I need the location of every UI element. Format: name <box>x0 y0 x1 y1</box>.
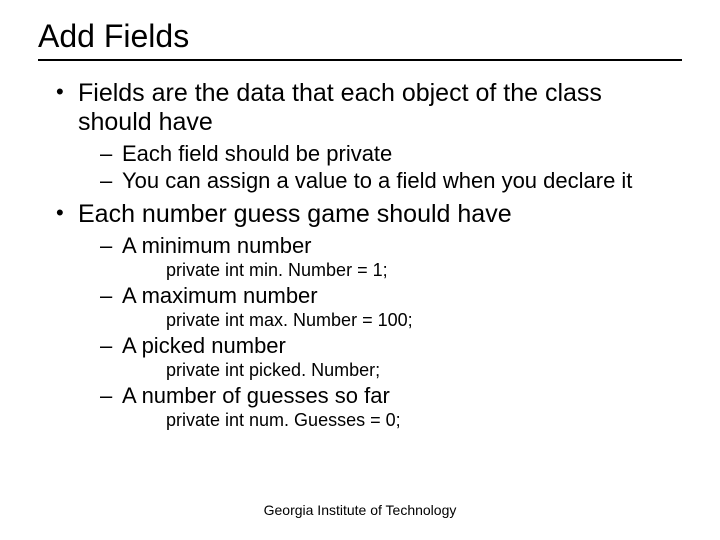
code-line: private int max. Number = 100; <box>100 310 682 332</box>
bullet-list-level1: Fields are the data that each object of … <box>38 79 682 432</box>
footer-text: Georgia Institute of Technology <box>0 502 720 518</box>
sub-bullet-item: A picked number <box>100 333 682 359</box>
bullet-item: Each number guess game should have A min… <box>56 200 682 432</box>
sub-bullet-item: Each field should be private <box>100 141 682 167</box>
bullet-list-level2: A minimum number private int min. Number… <box>78 233 682 432</box>
slide-title: Add Fields <box>38 18 682 61</box>
sub-bullet-item: A number of guesses so far <box>100 383 682 409</box>
sub-bullet-item: You can assign a value to a field when y… <box>100 168 682 194</box>
bullet-text: Fields are the data that each object of … <box>78 79 602 136</box>
code-line: private int picked. Number; <box>100 360 682 382</box>
code-line: private int min. Number = 1; <box>100 260 682 282</box>
bullet-list-level2: Each field should be private You can ass… <box>78 141 682 195</box>
bullet-item: Fields are the data that each object of … <box>56 79 682 194</box>
code-line: private int num. Guesses = 0; <box>100 410 682 432</box>
bullet-text: Each number guess game should have <box>78 200 512 228</box>
sub-bullet-item: A minimum number <box>100 233 682 259</box>
sub-bullet-item: A maximum number <box>100 283 682 309</box>
